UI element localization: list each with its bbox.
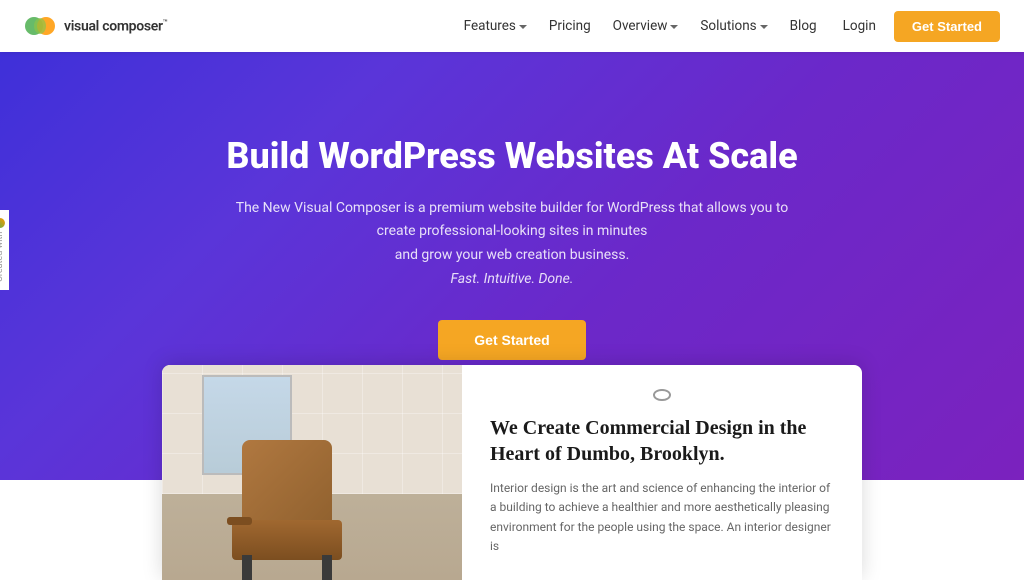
preview-body-text: Interior design is the art and science o… <box>490 479 834 556</box>
nav-blog[interactable]: Blog <box>782 14 825 38</box>
hero-subtitle: The New Visual Composer is a premium web… <box>232 197 792 292</box>
chair-decoration <box>222 420 362 580</box>
nav-links: Features Pricing Overview Solutions Blog… <box>456 11 1000 42</box>
logo[interactable]: visual composer™ <box>24 15 167 37</box>
hero-cta-button[interactable]: Get Started <box>438 320 585 360</box>
side-badge-icon <box>0 218 5 228</box>
preview-card: We Create Commercial Design in the Heart… <box>162 365 862 580</box>
chevron-down-icon <box>760 25 768 29</box>
side-badge: Created with <box>0 210 9 290</box>
nav-features[interactable]: Features <box>456 14 535 38</box>
nav-overview[interactable]: Overview <box>605 14 687 38</box>
nav-solutions[interactable]: Solutions <box>692 14 775 38</box>
chevron-down-icon <box>670 25 678 29</box>
preview-content: We Create Commercial Design in the Heart… <box>462 365 862 580</box>
logo-icon <box>24 15 56 37</box>
preview-image <box>162 365 462 580</box>
login-link[interactable]: Login <box>831 14 888 38</box>
preview-dot <box>653 389 671 401</box>
logo-text: visual composer™ <box>64 18 167 35</box>
nav-pricing[interactable]: Pricing <box>541 14 599 38</box>
navbar: visual composer™ Features Pricing Overvi… <box>0 0 1024 52</box>
preview-heading: We Create Commercial Design in the Heart… <box>490 415 834 467</box>
chevron-down-icon <box>519 25 527 29</box>
nav-cta-button[interactable]: Get Started <box>894 11 1000 42</box>
hero-title: Build WordPress Websites At Scale <box>226 135 797 178</box>
